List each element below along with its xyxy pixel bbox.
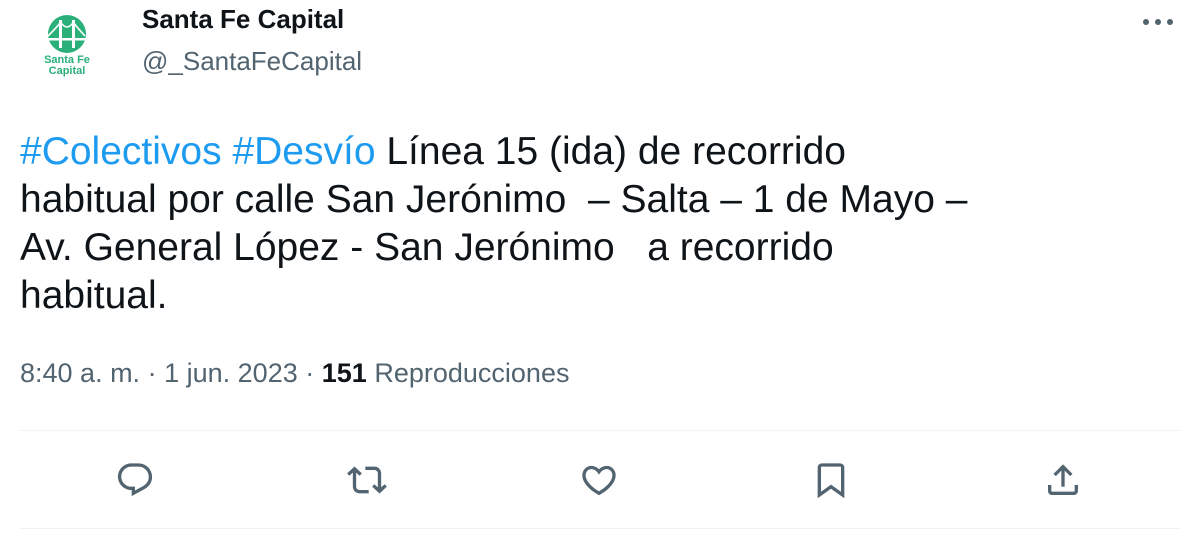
divider-bottom [20,528,1180,529]
reply-icon [117,463,153,497]
like-button[interactable] [575,456,623,504]
tweet-text: #Colectivos #Desvío Línea 15 (ida) de re… [20,128,1180,320]
views-label[interactable]: Reproducciones [374,358,569,388]
bookmark-button[interactable] [807,456,855,504]
avatar-logo-line2: Capital [48,64,86,77]
retweet-button[interactable] [343,456,391,504]
avatar-logo-text: Santa Fe Capital [44,53,90,77]
share-button[interactable] [1039,456,1087,504]
divider-top [20,430,1180,431]
views-count[interactable]: 151 [322,358,367,388]
user-handle[interactable]: @_SantaFeCapital [142,46,362,77]
heart-icon [582,465,616,496]
meta-separator: · [147,358,157,388]
reply-button[interactable] [111,456,159,504]
more-options-button[interactable] [1136,4,1180,40]
tweet-meta: 8:40 a. m. · 1 jun. 2023 · 151 Reproducc… [20,358,569,389]
tweet-date[interactable]: 1 jun. 2023 [164,358,298,388]
tweet-time[interactable]: 8:40 a. m. [20,358,140,388]
hashtag-colectivos[interactable]: #Colectivos [20,130,222,173]
avatar-logo-line1: Santa Fe [44,53,90,66]
retweet-icon [347,466,387,494]
display-name[interactable]: Santa Fe Capital [142,4,344,35]
share-icon [1048,464,1078,495]
meta-separator-2: · [305,358,315,388]
tweet-text-line1: Línea 15 (ida) de recorrido [386,130,846,173]
hashtag-desvio[interactable]: #Desvío [232,130,375,173]
tweet-text-line2: habitual por calle San Jerónimo – Salta … [20,178,968,221]
tweet-text-line3: Av. General López - San Jerónimo a recor… [20,226,834,269]
more-icon [1143,19,1173,25]
bridge-logo-icon [47,14,86,53]
bookmark-icon [817,463,845,499]
avatar[interactable]: Santa Fe Capital [24,2,110,88]
tweet-text-line4: habitual. [20,274,168,317]
tweet-card: Santa Fe Capital Santa Fe Capital @_Sant… [0,0,1200,550]
